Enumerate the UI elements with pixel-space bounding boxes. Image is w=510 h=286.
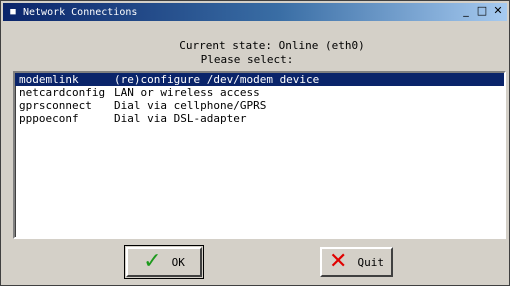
maximize-icon[interactable]: □ <box>475 4 489 18</box>
list-item[interactable]: gprsconnect Dial via cellphone/GPRS <box>15 99 504 112</box>
list-item[interactable]: netcardconfig LAN or wireless access <box>15 86 504 99</box>
window-controls: _ □ ✕ <box>459 4 505 18</box>
x-icon: ✕ <box>329 249 348 274</box>
minimize-icon[interactable]: _ <box>459 4 473 18</box>
state-message: Current state: Online (eth0) Please sele… <box>1 39 509 67</box>
item-description: LAN or wireless access <box>114 86 260 99</box>
item-description: Dial via cellphone/GPRS <box>114 99 267 112</box>
quit-button[interactable]: ✕ Quit <box>320 247 393 277</box>
quit-button-label: Quit <box>357 255 384 269</box>
list-item[interactable]: pppoeconf Dial via DSL-adapter <box>15 112 504 125</box>
item-description: (re)configure /dev/modem device <box>114 73 320 86</box>
ok-button-label: OK <box>171 255 185 269</box>
dialog-window: ■ Network Connections _ □ ✕ Current stat… <box>0 0 510 286</box>
close-icon[interactable]: ✕ <box>491 4 505 18</box>
check-icon: ✓ <box>143 249 162 274</box>
current-state-text: Current state: Online (eth0) <box>179 39 365 52</box>
item-command: modemlink <box>19 73 79 86</box>
connection-list[interactable]: modemlink (re)configure /dev/modem devic… <box>13 71 506 239</box>
item-command: netcardconfig <box>19 86 106 99</box>
title-bar[interactable]: ■ Network Connections _ □ ✕ <box>3 3 507 21</box>
window-menu-icon[interactable]: ■ <box>5 4 21 20</box>
window-title: Network Connections <box>23 6 138 18</box>
item-command: pppoeconf <box>19 112 79 125</box>
ok-button[interactable]: ✓ OK <box>124 245 204 279</box>
list-item[interactable]: modemlink (re)configure /dev/modem devic… <box>15 73 504 86</box>
prompt-text: Please select: <box>200 53 294 66</box>
item-command: gprsconnect <box>19 99 92 112</box>
item-description: Dial via DSL-adapter <box>114 112 247 125</box>
